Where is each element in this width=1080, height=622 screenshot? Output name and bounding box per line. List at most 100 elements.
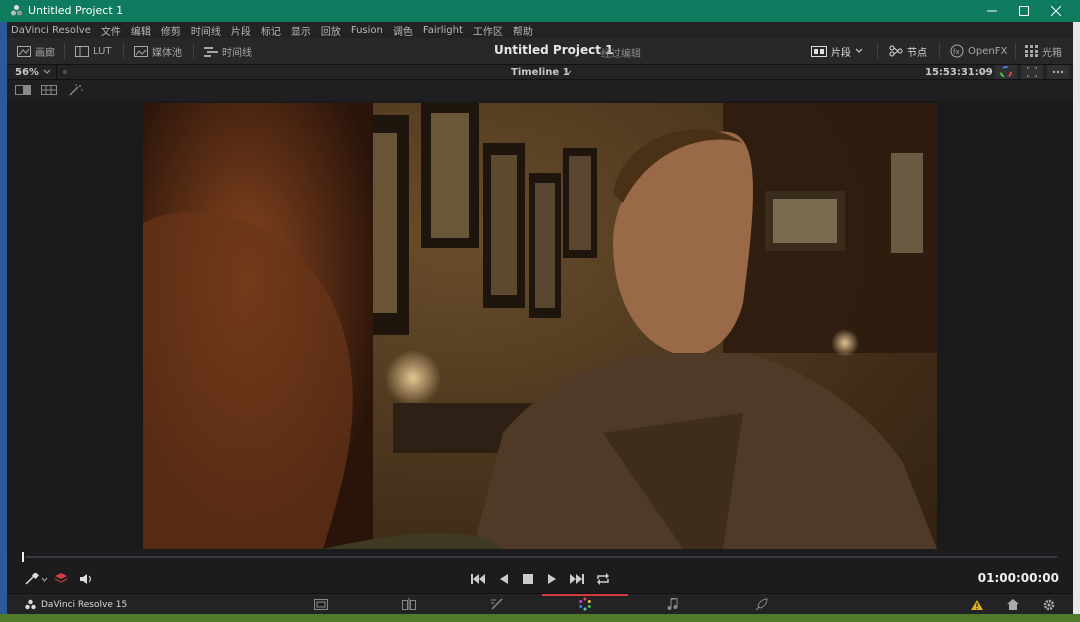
toolbar-divider [64, 43, 65, 59]
brand: DaVinci Resolve 15 [25, 599, 127, 610]
davinci-logo-icon [25, 599, 36, 610]
more-icon [1052, 70, 1064, 74]
lut-button[interactable]: LUT [75, 43, 112, 59]
play-icon[interactable] [548, 574, 557, 584]
home-icon[interactable] [1007, 599, 1019, 610]
menu-item-view[interactable]: 显示 [291, 23, 311, 38]
magic-wand-icon[interactable] [69, 84, 83, 96]
media-page-icon [314, 598, 328, 610]
menu-item-help[interactable]: 帮助 [513, 23, 533, 38]
clips-button[interactable]: 片段 [811, 43, 863, 59]
chevron-down-icon [855, 48, 863, 53]
picker-chevron-icon[interactable] [41, 577, 48, 582]
fairlight-page-button[interactable] [663, 597, 683, 611]
davinci-app-icon [11, 5, 22, 16]
brand-label: DaVinci Resolve 15 [41, 599, 128, 610]
toolbar-divider [123, 43, 124, 59]
menu-item-edit[interactable]: 编辑 [131, 23, 151, 38]
toolbar-divider [939, 43, 940, 59]
resolve-window: Untitled Project 1 DaVinci Resolve 文件 编辑… [0, 0, 1080, 622]
nodes-button[interactable]: 节点 [889, 43, 927, 59]
timeline-name[interactable]: Timeline 1 [511, 67, 570, 78]
color-wheel-icon [1000, 66, 1012, 78]
menu-item-fairlight[interactable]: Fairlight [423, 25, 463, 36]
menu-item-clip[interactable]: 片段 [231, 23, 251, 38]
media-page-button[interactable] [311, 597, 331, 611]
viewer-tools [7, 80, 1073, 101]
desktop-left-edge [0, 22, 7, 622]
desktop-bottom-edge [0, 614, 1080, 622]
menu-item-color[interactable]: 调色 [393, 23, 413, 38]
menu-item-trim[interactable]: 修剪 [161, 23, 181, 38]
color-page-button[interactable] [575, 597, 595, 611]
timeline-icon [204, 46, 218, 57]
app-content: DaVinci Resolve 文件 编辑 修剪 时间线 片段 标记 显示 回放… [7, 22, 1073, 614]
openfx-button[interactable]: fx OpenFX [950, 43, 1007, 59]
grid-view-icon[interactable] [41, 85, 57, 95]
toolbar-divider [193, 43, 194, 59]
scrubber-track[interactable] [25, 556, 1057, 558]
cut-page-button[interactable] [399, 597, 419, 611]
gallery-button[interactable]: 画廊 [17, 43, 55, 59]
warning-icon[interactable] [971, 600, 983, 610]
minimize-icon [987, 10, 997, 12]
zoom-level[interactable]: 56% [15, 67, 39, 78]
menu-item-fusion[interactable]: Fusion [351, 25, 383, 36]
marker-dot-icon [63, 70, 67, 74]
fairlight-page-icon [667, 598, 678, 610]
stop-icon[interactable] [523, 574, 533, 584]
menu-item-playback[interactable]: 回放 [321, 23, 341, 38]
project-status: 经过编辑 [601, 49, 641, 60]
transport-controls: 01:00:00:00 [7, 565, 1073, 593]
highlight-button[interactable] [995, 65, 1017, 79]
fullscreen-button[interactable] [1021, 65, 1043, 79]
split-view-icon[interactable] [15, 85, 31, 95]
video-frame[interactable] [143, 103, 937, 549]
edit-page-button[interactable] [487, 597, 507, 611]
timeline-chevron-icon[interactable] [564, 70, 572, 76]
window-title: Untitled Project 1 [28, 4, 124, 17]
options-button[interactable] [1047, 65, 1069, 79]
title-bar: Untitled Project 1 [0, 0, 1080, 22]
settings-gear-icon[interactable] [1043, 599, 1055, 611]
skip-to-start-icon[interactable] [471, 574, 485, 584]
deliver-page-icon [755, 597, 768, 610]
play-reverse-icon[interactable] [499, 574, 508, 584]
top-toolbar: 画廊 LUT 媒体池 时间线 Untitled Project 1 经过编辑 片… [7, 38, 1073, 64]
menu-item-file[interactable]: 文件 [101, 23, 121, 38]
menu-item-timeline[interactable]: 时间线 [191, 23, 221, 38]
project-title: Untitled Project 1 [494, 43, 614, 57]
menu-item-workspace[interactable]: 工作区 [473, 23, 503, 38]
lut-label: LUT [93, 45, 112, 57]
active-page-indicator [542, 594, 628, 596]
divider [56, 65, 57, 79]
scrubber-bar[interactable] [7, 549, 1073, 565]
deliver-page-button[interactable] [751, 597, 771, 611]
skip-to-end-icon[interactable] [570, 574, 584, 584]
minimize-button[interactable] [976, 0, 1008, 22]
gallery-label: 画廊 [35, 47, 55, 59]
clips-icon [811, 45, 827, 57]
maximize-icon [1019, 6, 1029, 16]
media-pool-button[interactable]: 媒体池 [134, 43, 182, 59]
timecode-chevron-icon[interactable] [979, 70, 987, 76]
menu-item-davinci[interactable]: DaVinci Resolve [11, 25, 91, 36]
volume-icon[interactable] [79, 573, 93, 585]
svg-text:fx: fx [953, 48, 960, 56]
lightbox-button[interactable]: 光箱 [1025, 43, 1062, 59]
clips-label: 片段 [831, 47, 851, 59]
close-button[interactable] [1040, 0, 1072, 22]
layers-icon[interactable] [54, 572, 68, 585]
menu-item-mark[interactable]: 标记 [261, 23, 281, 38]
loop-icon[interactable] [596, 573, 610, 585]
lightbox-icon [1025, 45, 1038, 57]
maximize-button[interactable] [1008, 0, 1040, 22]
playhead[interactable] [22, 552, 24, 562]
toolbar-divider [1015, 43, 1016, 59]
expand-icon [1027, 67, 1037, 77]
timeline-button[interactable]: 时间线 [204, 43, 252, 59]
color-picker-icon[interactable] [25, 573, 39, 585]
cut-page-icon [402, 598, 416, 610]
media-pool-icon [134, 45, 148, 57]
zoom-chevron-icon[interactable] [43, 69, 51, 75]
